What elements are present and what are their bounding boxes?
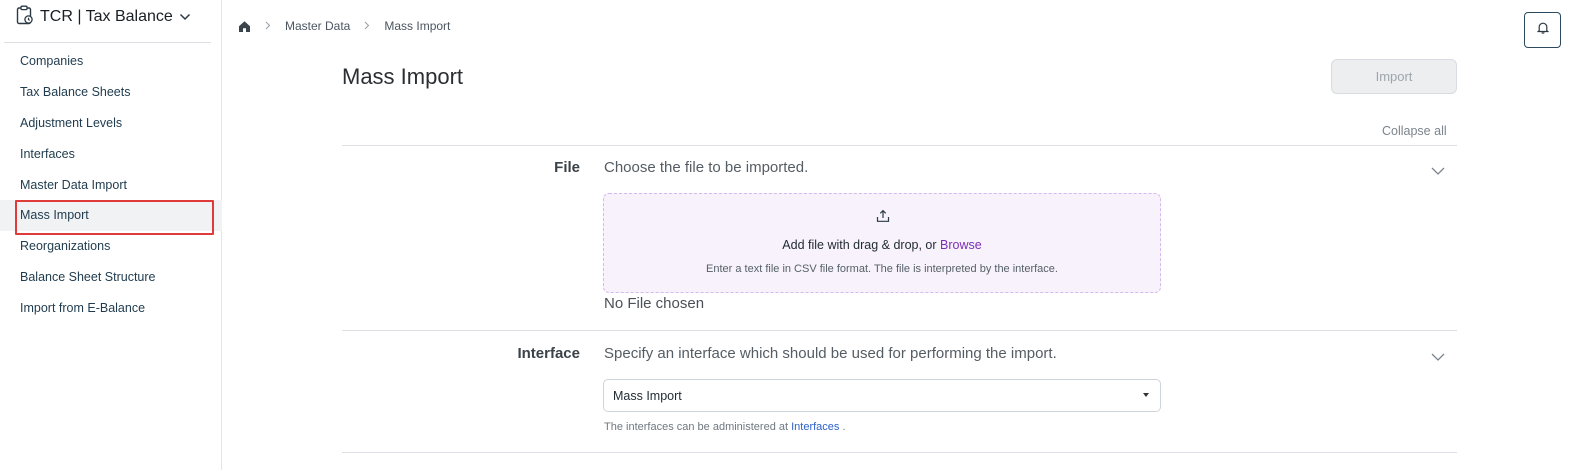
notification-button[interactable]	[1524, 12, 1561, 48]
sidebar-item-mass-import[interactable]: Mass Import	[0, 199, 222, 235]
import-button[interactable]: Import	[1331, 59, 1457, 94]
breadcrumb-separator-icon	[265, 19, 271, 33]
file-section-label: File	[554, 159, 580, 176]
dropzone-hint: Enter a text file in CSV file format. Th…	[706, 263, 1058, 275]
chevron-down-icon	[179, 8, 191, 26]
browse-link[interactable]: Browse	[940, 238, 982, 252]
interface-help-prefix: The interfaces can be administered at	[604, 421, 789, 433]
chevron-down-icon[interactable]	[1430, 163, 1446, 175]
clipboard-icon	[16, 5, 34, 30]
interface-section-label: Interface	[517, 345, 580, 362]
sidebar-divider	[4, 42, 211, 43]
interface-section-description: Specify an interface which should be use…	[604, 345, 1057, 362]
dropzone-instruction: Add file with drag & drop, or	[782, 238, 937, 252]
bell-icon	[1536, 21, 1549, 39]
collapse-all-button[interactable]: Collapse all	[1382, 124, 1447, 138]
app-title: TCR | Tax Balance	[40, 8, 173, 25]
interface-select[interactable]: Mass Import	[603, 379, 1161, 412]
sidebar-item-reorganizations[interactable]: Reorganizations	[0, 231, 222, 262]
interfaces-link[interactable]: Interfaces	[791, 421, 839, 433]
file-status: No File chosen	[604, 295, 705, 312]
interface-help-text: The interfaces can be administered at In…	[604, 421, 846, 433]
dropzone-text: Add file with drag & drop, or Browse	[604, 238, 1160, 252]
sidebar: TCR | Tax Balance Companies Tax Balance …	[0, 0, 222, 470]
breadcrumb-master-data[interactable]: Master Data	[285, 19, 350, 33]
file-dropzone[interactable]: Add file with drag & drop, or Browse Ent…	[603, 193, 1161, 293]
chevron-down-icon[interactable]	[1430, 349, 1446, 361]
breadcrumb-separator-icon	[364, 19, 370, 33]
sidebar-item-tax-balance-sheets[interactable]: Tax Balance Sheets	[0, 77, 222, 108]
sidebar-item-import-from-e-balance[interactable]: Import from E-Balance	[0, 292, 222, 323]
section-divider	[342, 145, 1457, 146]
sidebar-item-interfaces[interactable]: Interfaces	[0, 138, 222, 169]
app-switcher[interactable]: TCR | Tax Balance	[16, 5, 191, 30]
section-divider	[342, 452, 1457, 453]
sidebar-item-master-data-import[interactable]: Master Data Import	[0, 169, 222, 200]
breadcrumb: Master Data Mass Import	[238, 16, 450, 36]
sidebar-item-balance-sheet-structure[interactable]: Balance Sheet Structure	[0, 262, 222, 293]
caret-down-icon	[1143, 393, 1149, 397]
sidebar-item-companies[interactable]: Companies	[0, 46, 222, 77]
upload-icon	[876, 209, 890, 228]
sidebar-item-adjustment-levels[interactable]: Adjustment Levels	[0, 108, 222, 139]
file-section-description: Choose the file to be imported.	[604, 159, 809, 176]
interface-help-suffix: .	[842, 421, 846, 433]
interface-select-value: Mass Import	[613, 388, 682, 403]
page-title: Mass Import	[342, 64, 464, 89]
sidebar-nav: Companies Tax Balance Sheets Adjustment …	[0, 46, 222, 323]
breadcrumb-mass-import: Mass Import	[384, 19, 451, 33]
home-icon[interactable]	[238, 20, 251, 33]
section-divider	[342, 330, 1457, 331]
